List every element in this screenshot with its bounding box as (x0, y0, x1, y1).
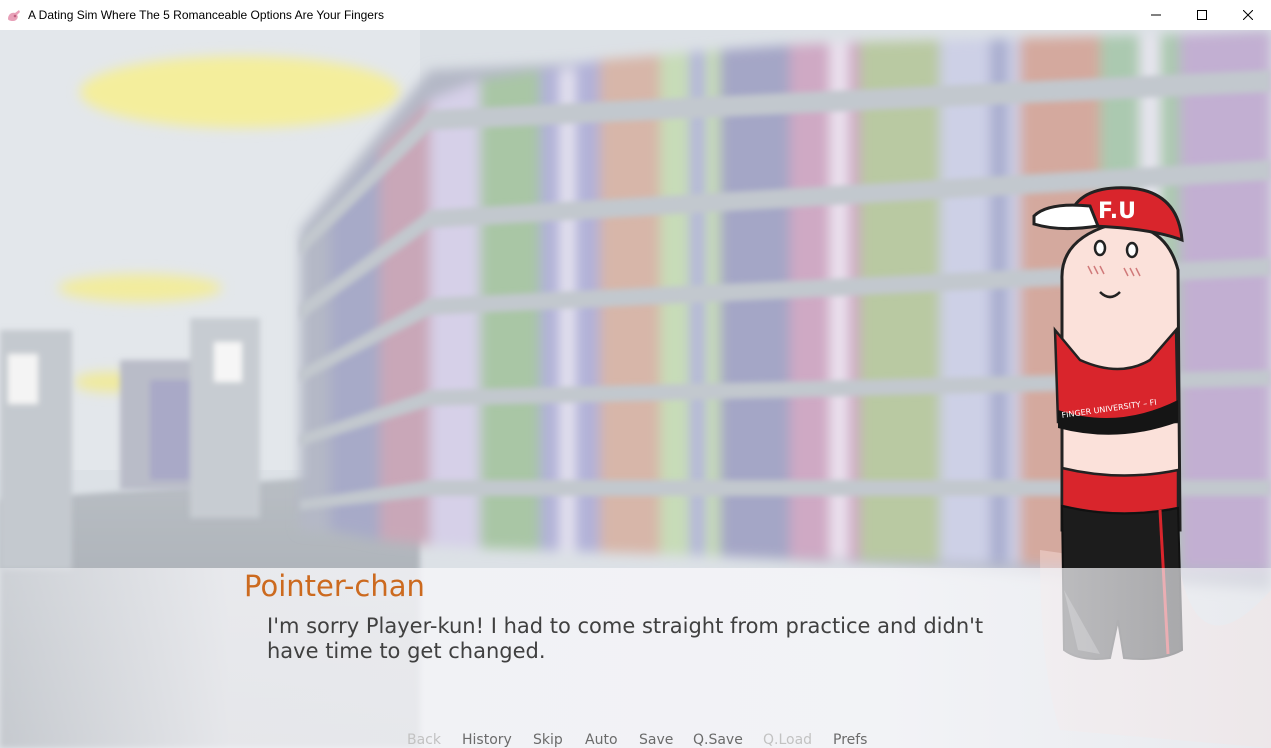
speaker-name: Pointer-chan (244, 569, 425, 603)
maximize-button[interactable] (1179, 0, 1225, 30)
window-titlebar: A Dating Sim Where The 5 Romanceable Opt… (0, 0, 1271, 30)
save-button[interactable]: Save (639, 732, 673, 748)
prefs-button[interactable]: Prefs (833, 732, 867, 748)
window-controls (1133, 0, 1271, 30)
close-icon (1243, 10, 1253, 20)
close-button[interactable] (1225, 0, 1271, 30)
window-title: A Dating Sim Where The 5 Romanceable Opt… (28, 8, 384, 22)
history-button[interactable]: History (462, 732, 512, 748)
auto-button[interactable]: Auto (585, 732, 618, 748)
cap-text: F.U (1098, 199, 1136, 224)
minimize-icon (1151, 14, 1161, 16)
skip-button[interactable]: Skip (533, 732, 563, 748)
quick-load-button[interactable]: Q.Load (763, 732, 812, 748)
dialogue-text: I'm sorry Player-kun! I had to come stra… (267, 614, 984, 663)
back-button[interactable]: Back (407, 732, 441, 748)
minimize-button[interactable] (1133, 0, 1179, 30)
quick-save-button[interactable]: Q.Save (693, 732, 743, 748)
quick-menu: Back History Skip Auto Save Q.Save Q.Loa… (0, 732, 1271, 748)
maximize-icon (1197, 10, 1207, 20)
app-icon (8, 10, 20, 21)
